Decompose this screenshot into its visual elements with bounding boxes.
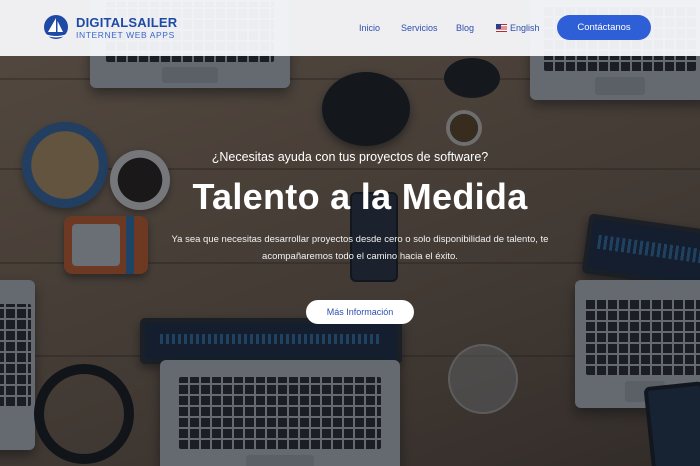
logo-name: DIGITALSAILER: [76, 15, 178, 30]
nav-link-servicios[interactable]: Servicios: [401, 0, 438, 56]
language-switcher[interactable]: English: [496, 0, 540, 56]
contact-button[interactable]: Contáctanos: [557, 15, 651, 40]
more-info-button[interactable]: Más Información: [306, 300, 414, 324]
site-logo[interactable]: DIGITALSAILER INTERNET WEB APPS: [42, 13, 182, 45]
sailboat-logo-icon: [44, 15, 68, 39]
language-label: English: [510, 23, 540, 33]
site-header: DIGITALSAILER INTERNET WEB APPS Inicio S…: [0, 0, 700, 56]
logo-tagline: INTERNET WEB APPS: [76, 30, 175, 40]
us-flag-icon: [496, 24, 507, 32]
nav-link-blog[interactable]: Blog: [456, 0, 474, 56]
hero-headline: Talento a la Medida: [192, 176, 528, 217]
hero-subtitle: ¿Necesitas ayuda con tus proyectos de so…: [211, 150, 489, 164]
hero-description: Ya sea que necesitas desarrollar proyect…: [171, 234, 549, 262]
nav-link-inicio[interactable]: Inicio: [359, 0, 380, 56]
